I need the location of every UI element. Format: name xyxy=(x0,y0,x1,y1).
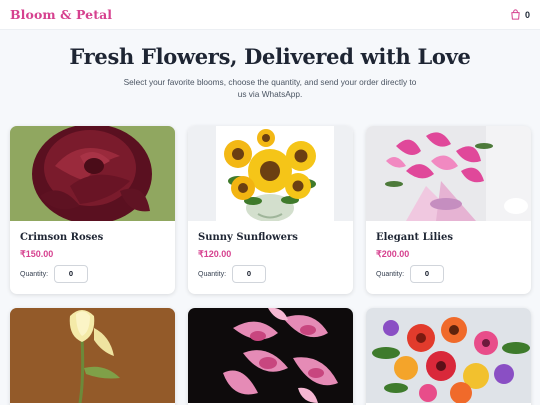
navbar: Bloom & Petal 0 xyxy=(0,0,540,30)
product-name: Sunny Sunflowers xyxy=(198,232,298,243)
product-image-orchids xyxy=(188,308,353,403)
page-title: Fresh Flowers, Delivered with Love xyxy=(69,44,471,69)
quantity-label: Quantity: xyxy=(198,271,227,278)
product-image-tulips xyxy=(10,308,175,403)
product-name: Elegant Lilies xyxy=(376,232,454,243)
brand-logo[interactable]: Bloom & Petal xyxy=(10,7,112,22)
page-subtitle: Select your favorite blooms, choose the … xyxy=(123,77,417,99)
product-card-sunny-sunflowers: Sunny Sunflowers ₹120.00 Quantity: 0 xyxy=(188,126,353,294)
quantity-label: Quantity: xyxy=(20,271,49,278)
product-name: Crimson Roses xyxy=(20,232,104,243)
product-image-lilies xyxy=(366,126,531,221)
quantity-input[interactable]: 0 xyxy=(232,265,266,283)
shopping-bag-icon xyxy=(511,9,520,20)
product-card-elegant-lilies: Elegant Lilies ₹200.00 Quantity: 0 xyxy=(366,126,531,294)
quantity-label: Quantity: xyxy=(376,271,405,278)
cart-count: 0 xyxy=(524,9,530,20)
product-image-mixed-bouquet xyxy=(366,308,531,403)
product-card-mixed-bouquet xyxy=(366,308,531,405)
product-card-tulips xyxy=(10,308,175,405)
product-image-sunflowers xyxy=(188,126,353,221)
product-price: ₹200.00 xyxy=(376,249,410,259)
cart-button[interactable]: 0 xyxy=(510,9,530,20)
product-price: ₹150.00 xyxy=(20,249,54,259)
product-image-roses xyxy=(10,126,175,221)
product-price: ₹120.00 xyxy=(198,249,232,259)
product-card-orchids xyxy=(188,308,353,405)
quantity-input[interactable]: 0 xyxy=(54,265,88,283)
product-card-crimson-roses: Crimson Roses ₹150.00 Quantity: 0 xyxy=(10,126,175,294)
quantity-input[interactable]: 0 xyxy=(410,265,444,283)
